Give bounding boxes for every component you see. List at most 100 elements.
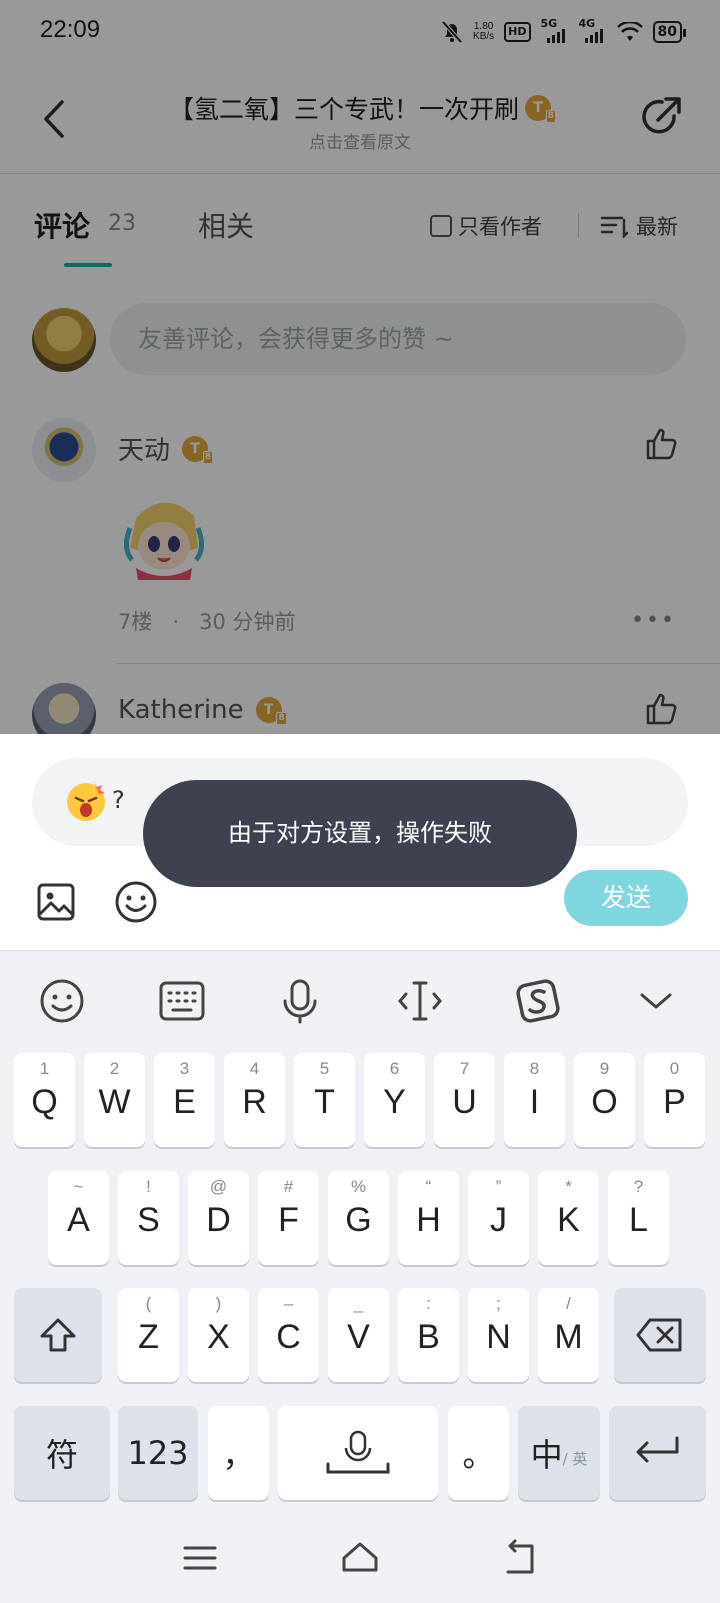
- key-k[interactable]: * K: [538, 1171, 599, 1265]
- key-d[interactable]: @ D: [188, 1171, 249, 1265]
- period-key[interactable]: 。: [448, 1406, 509, 1500]
- key-u[interactable]: 7U: [434, 1053, 495, 1147]
- key-secondary-label: #: [283, 1177, 294, 1196]
- key-label: F: [278, 1201, 299, 1239]
- key-m[interactable]: / M: [538, 1288, 599, 1382]
- key-label: D: [206, 1201, 231, 1239]
- period-key-label: 。: [462, 1436, 495, 1474]
- key-b[interactable]: :B: [398, 1288, 459, 1382]
- lang-main: 中: [530, 1436, 563, 1474]
- key-x[interactable]: ) X: [188, 1288, 249, 1382]
- menu-nav-icon[interactable]: [180, 1538, 220, 1578]
- back-nav-icon[interactable]: [500, 1538, 540, 1578]
- keyboard-emoji-icon[interactable]: [38, 977, 86, 1025]
- key-label: Q: [31, 1083, 58, 1121]
- key-secondary-label: *: [565, 1177, 572, 1196]
- key-label: Y: [383, 1083, 406, 1121]
- key-t[interactable]: 5T: [294, 1053, 355, 1147]
- angry-emoji-icon: [67, 782, 105, 821]
- microphone-icon[interactable]: [276, 977, 324, 1025]
- cursor-move-icon[interactable]: [396, 977, 444, 1025]
- space-key[interactable]: [278, 1406, 438, 1500]
- key-label: L: [629, 1201, 648, 1239]
- image-icon[interactable]: [36, 882, 76, 922]
- key-secondary-label: (: [145, 1294, 152, 1313]
- key-s[interactable]: ! S: [118, 1171, 179, 1265]
- emoji-icon[interactable]: [114, 880, 158, 924]
- key-label: X: [207, 1318, 230, 1356]
- send-button[interactable]: 发送: [564, 870, 688, 926]
- key-r[interactable]: 4R: [224, 1053, 285, 1147]
- key-label: W: [98, 1083, 131, 1121]
- key-label: I: [529, 1083, 540, 1121]
- key-q[interactable]: 1Q: [14, 1053, 75, 1147]
- key-label: N: [486, 1318, 511, 1356]
- key-secondary-label: ~: [73, 1177, 84, 1196]
- key-secondary-label: 7: [459, 1059, 470, 1078]
- keyboard-collapse-icon[interactable]: [632, 977, 680, 1025]
- reply-text: ?: [112, 786, 125, 814]
- keyboard-layout-icon[interactable]: [158, 977, 206, 1025]
- symbols-key[interactable]: 符: [14, 1406, 110, 1500]
- key-label: C: [276, 1318, 301, 1356]
- key-y[interactable]: 6Y: [364, 1053, 425, 1147]
- key-o[interactable]: 9O: [574, 1053, 635, 1147]
- key-label: H: [416, 1201, 441, 1239]
- language-switch-key[interactable]: 中 / 英: [518, 1406, 600, 1500]
- key-secondary-label: 4: [249, 1059, 260, 1078]
- key-label: K: [557, 1201, 580, 1239]
- key-label: A: [67, 1201, 90, 1239]
- key-secondary-label: !: [146, 1177, 151, 1196]
- key-label: Z: [138, 1318, 159, 1356]
- key-label: V: [347, 1318, 370, 1356]
- key-f[interactable]: # F: [258, 1171, 319, 1265]
- backspace-key[interactable]: [614, 1288, 706, 1382]
- comma-key[interactable]: ，: [208, 1406, 269, 1500]
- key-secondary-label: 6: [389, 1059, 400, 1078]
- key-secondary-label: @: [209, 1177, 228, 1196]
- backspace-icon: [636, 1318, 682, 1352]
- shift-arrow-icon: [40, 1318, 76, 1352]
- shift-key[interactable]: [14, 1288, 102, 1382]
- key-secondary-label: 1: [39, 1059, 50, 1078]
- key-secondary-label: /: [566, 1294, 571, 1313]
- key-secondary-label: ;: [496, 1294, 501, 1313]
- home-nav-icon[interactable]: [340, 1538, 380, 1578]
- key-c[interactable]: – C: [258, 1288, 319, 1382]
- key-secondary-label: 2: [109, 1059, 120, 1078]
- lang-sub: / 英: [562, 1449, 588, 1468]
- space-mic-icon: [326, 1430, 390, 1474]
- symbols-key-label: 符: [45, 1436, 78, 1474]
- numbers-key-label: 123: [127, 1434, 189, 1472]
- key-secondary-label: ): [215, 1294, 222, 1313]
- comma-key-label: ，: [222, 1436, 255, 1474]
- key-secondary-label: –: [283, 1294, 294, 1313]
- dim-overlay[interactable]: [0, 0, 720, 734]
- key-a[interactable]: ~ A: [48, 1171, 109, 1265]
- numbers-key[interactable]: 123: [118, 1406, 198, 1500]
- soft-keyboard: 1Q2W3E4R5T6Y7U8I9O0P ~ A! S @ D # F% G “H” J * K? L …: [0, 950, 720, 1603]
- key-secondary-label: %: [350, 1177, 367, 1196]
- key-label: M: [554, 1318, 583, 1356]
- key-label: O: [591, 1083, 618, 1121]
- key-i[interactable]: 8I: [504, 1053, 565, 1147]
- key-l[interactable]: ? L: [608, 1171, 669, 1265]
- key-label: T: [314, 1083, 335, 1121]
- key-z[interactable]: (Z: [118, 1288, 179, 1382]
- key-n[interactable]: ; N: [468, 1288, 529, 1382]
- key-label: S: [137, 1201, 160, 1239]
- key-label: R: [242, 1083, 267, 1121]
- key-label: G: [345, 1201, 372, 1239]
- sogou-logo-icon[interactable]: [514, 977, 562, 1025]
- key-w[interactable]: 2W: [84, 1053, 145, 1147]
- key-h[interactable]: “H: [398, 1171, 459, 1265]
- key-secondary-label: :: [426, 1294, 431, 1313]
- key-v[interactable]: _ V: [328, 1288, 389, 1382]
- key-p[interactable]: 0P: [644, 1053, 705, 1147]
- key-secondary-label: “: [425, 1177, 432, 1196]
- key-e[interactable]: 3E: [154, 1053, 215, 1147]
- key-g[interactable]: % G: [328, 1171, 389, 1265]
- enter-key[interactable]: [609, 1406, 706, 1500]
- key-j[interactable]: ” J: [468, 1171, 529, 1265]
- key-secondary-label: 5: [319, 1059, 330, 1078]
